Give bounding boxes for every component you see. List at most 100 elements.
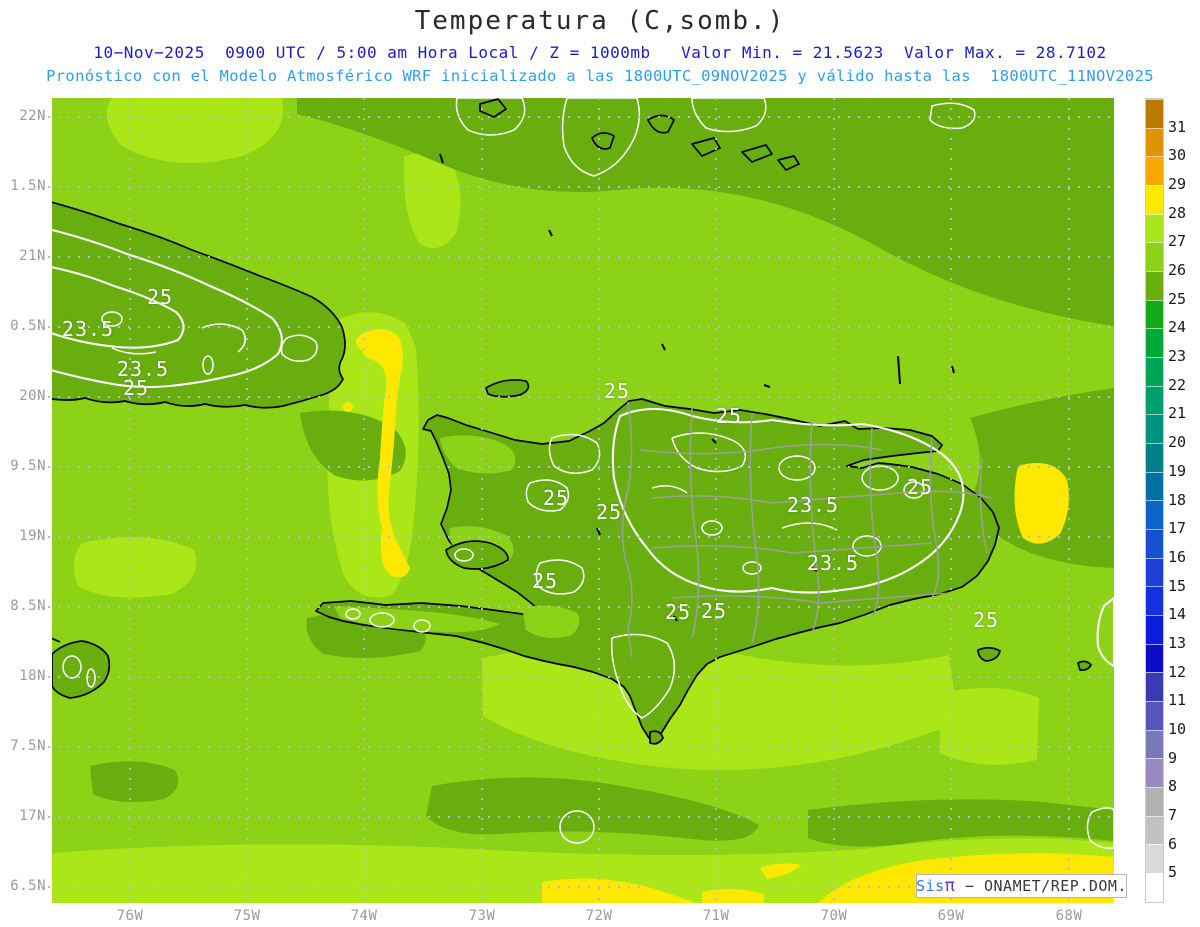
colorbar-segment <box>1146 471 1163 501</box>
contour-value-label: 25 <box>715 404 743 428</box>
longitude-tick-label: 70W <box>820 908 848 924</box>
colorbar-tick-label: 21 <box>1168 404 1187 423</box>
colorbar-tick-label: 20 <box>1168 433 1187 452</box>
colorbar-tick-label: 15 <box>1168 576 1187 595</box>
colorbar-tick-label: 9 <box>1168 748 1178 767</box>
colorbar-segment <box>1146 643 1163 673</box>
longitude-tick-label: 71W <box>702 908 730 924</box>
latitude-tick-label: 9.5N <box>10 458 46 474</box>
colorbar-tick-label: 28 <box>1168 203 1187 222</box>
latitude-tick-label: 7.5N <box>10 738 46 754</box>
colorbar-tick-label: 29 <box>1168 175 1187 194</box>
pi-logo-icon: π <box>944 876 956 896</box>
colorbar-segment <box>1146 185 1163 214</box>
colorbar-segment <box>1146 127 1163 157</box>
contour-value-label: 23.5 <box>61 317 115 341</box>
longitude-tick-label: 75W <box>233 908 261 924</box>
colorbar-segment <box>1146 242 1163 272</box>
colorbar-tick-label: 6 <box>1168 834 1178 853</box>
colorbar-tick-label: 31 <box>1168 117 1187 136</box>
colorbar-tick-label: 5 <box>1168 863 1178 882</box>
latitude-tick-label: 17N <box>19 808 46 824</box>
colorbar-tick-label: 26 <box>1168 261 1187 280</box>
colorbar-segment <box>1146 500 1163 530</box>
colorbar-tick-label: 14 <box>1168 605 1187 624</box>
contour-value-label: 25 <box>531 569 559 593</box>
colorbar-tick-label: 16 <box>1168 547 1187 566</box>
colorbar-tick-label: 7 <box>1168 805 1178 824</box>
colorbar-segment <box>1146 99 1163 128</box>
colorbar-segment <box>1146 586 1163 616</box>
colorbar-tick-label: 10 <box>1168 719 1187 738</box>
colorbar-segment <box>1146 615 1163 644</box>
weather-map-page: Temperatura (C,somb.) 10−Nov−2025 0900 U… <box>0 0 1200 927</box>
colorbar-tick-label: 30 <box>1168 146 1187 165</box>
colorbar-segment <box>1146 844 1163 874</box>
colorbar-segment <box>1146 328 1163 358</box>
longitude-tick-label: 69W <box>937 908 965 924</box>
contour-value-label: 25 <box>972 608 1000 632</box>
latitude-tick-label: 22N <box>19 108 46 124</box>
colorbar-segment <box>1146 529 1163 558</box>
latitude-tick-label: 0.5N <box>10 318 46 334</box>
contour-value-label: 25 <box>700 599 728 623</box>
subtitle-model-info: Pronóstico con el Modelo Atmosférico WRF… <box>46 67 1154 85</box>
colorbar-tick-label: 24 <box>1168 318 1187 337</box>
colorbar-tick-label: 13 <box>1168 633 1187 652</box>
colorbar-segment <box>1146 213 1163 243</box>
longitude-tick-label: 76W <box>116 908 144 924</box>
colorbar-segment <box>1146 729 1163 759</box>
colorbar-tick-label: 17 <box>1168 519 1187 538</box>
colorbar-tick-label: 23 <box>1168 347 1187 366</box>
temperature-colorbar <box>1145 98 1164 903</box>
contour-value-label: 25 <box>595 500 623 524</box>
colorbar-segment <box>1146 385 1163 415</box>
contour-value-label: 25 <box>664 600 692 624</box>
attribution-badge: Sis π − ONAMET/REP.DOM. <box>916 874 1127 898</box>
contour-value-label: 25 <box>542 486 570 510</box>
page-title: Temperatura (C,somb.) <box>414 6 786 36</box>
colorbar-segment <box>1146 787 1163 816</box>
contour-value-label: 25 <box>122 376 150 400</box>
colorbar-segment <box>1146 357 1163 386</box>
temperature-contour-map <box>38 98 1114 907</box>
colorbar-segment <box>1146 414 1163 444</box>
colorbar-segment <box>1146 299 1163 329</box>
colorbar-tick-label: 19 <box>1168 461 1187 480</box>
attribution-onamet: − ONAMET/REP.DOM. <box>955 877 1127 895</box>
colorbar-segment <box>1146 758 1163 788</box>
colorbar-tick-label: 18 <box>1168 490 1187 509</box>
longitude-tick-label: 73W <box>468 908 496 924</box>
colorbar-segment <box>1146 815 1163 845</box>
colorbar-segment <box>1146 271 1163 300</box>
colorbar-tick-label: 22 <box>1168 375 1187 394</box>
colorbar-segment <box>1146 557 1163 587</box>
map-canvas: 25 23.5 23.5 25 25 25 25 25 25 25 25 23.5 23.5 25 25 <box>38 98 1114 908</box>
latitude-tick-label: 1.5N <box>10 178 46 194</box>
colorbar-segment <box>1146 873 1163 902</box>
colorbar-tick-label: 25 <box>1168 289 1187 308</box>
colorbar-tick-label: 27 <box>1168 232 1187 251</box>
contour-value-label: 25 <box>906 475 934 499</box>
subtitle-validtime: 10−Nov−2025 0900 UTC / 5:00 am Hora Loca… <box>93 43 1107 62</box>
latitude-tick-label: 20N <box>19 388 46 404</box>
latitude-tick-label: 18N <box>19 668 46 684</box>
colorbar-segment <box>1146 443 1163 472</box>
latitude-tick-label: 19N <box>19 528 46 544</box>
colorbar-segment <box>1146 156 1163 186</box>
colorbar-segment <box>1146 701 1163 730</box>
colorbar-tick-label: 8 <box>1168 777 1178 796</box>
latitude-tick-label: 8.5N <box>10 598 46 614</box>
contour-value-label: 25 <box>146 285 174 309</box>
contour-value-label: 25 <box>603 379 631 403</box>
longitude-tick-label: 74W <box>350 908 378 924</box>
map-fill-layers <box>52 98 1114 903</box>
latitude-tick-label: 21N <box>19 248 46 264</box>
attribution-sis: Sis <box>916 877 945 895</box>
contour-value-label: 23.5 <box>786 493 840 517</box>
colorbar-segment <box>1146 672 1163 702</box>
colorbar-tick-label: 12 <box>1168 662 1187 681</box>
latitude-tick-label: 6.5N <box>10 878 46 894</box>
contour-value-label: 23.5 <box>806 551 860 575</box>
colorbar-tick-label: 11 <box>1168 691 1187 710</box>
